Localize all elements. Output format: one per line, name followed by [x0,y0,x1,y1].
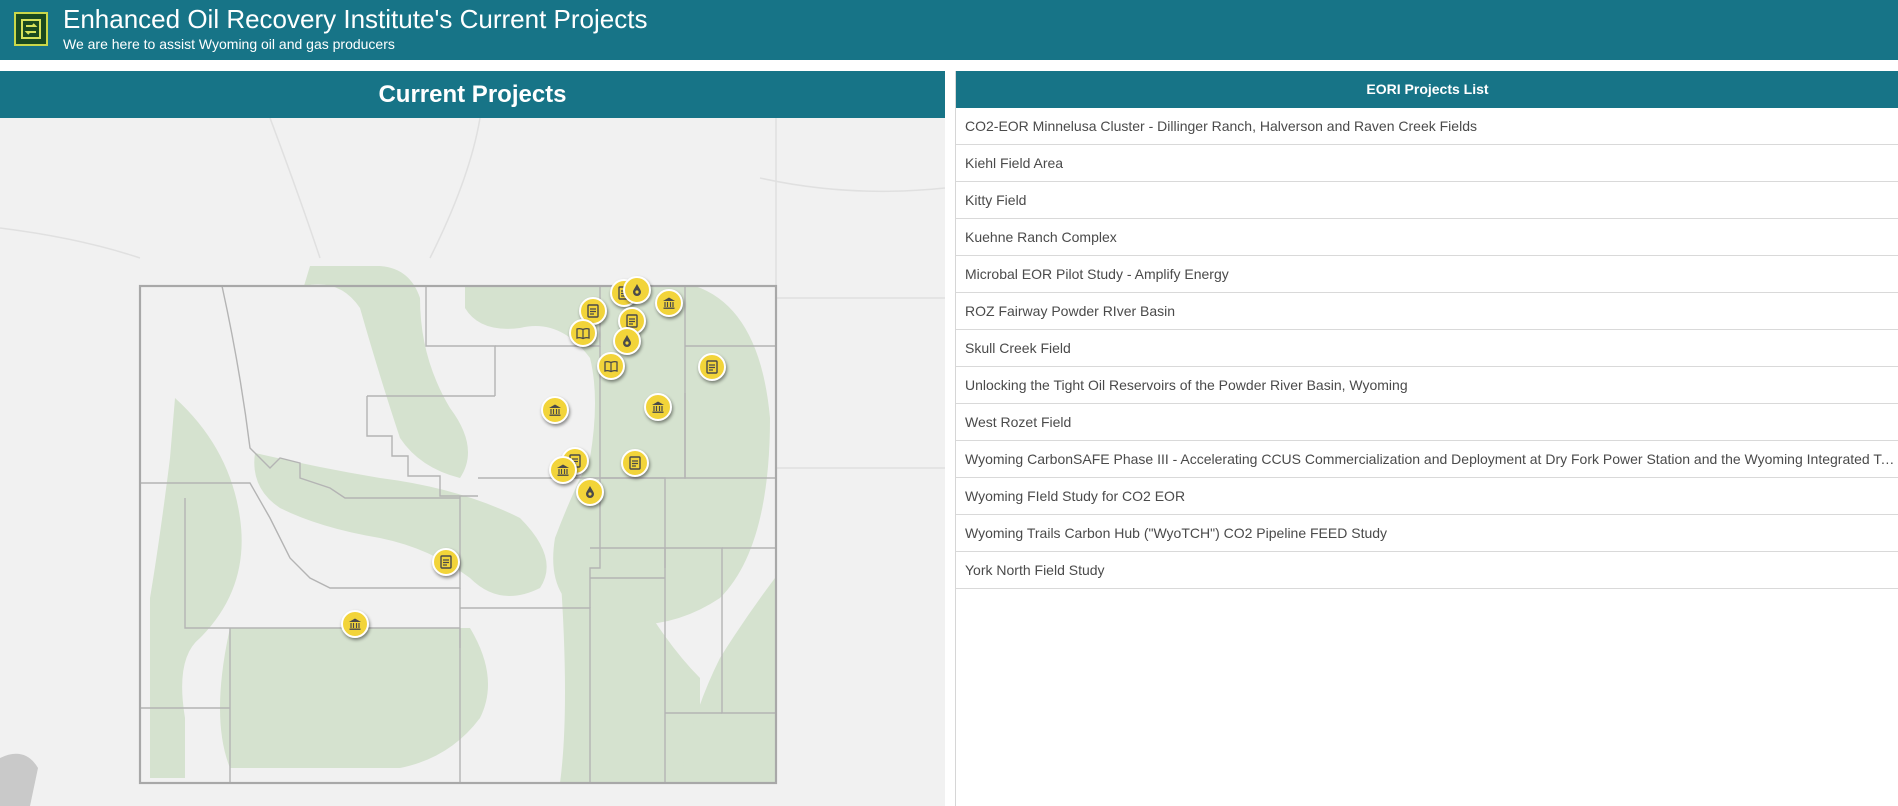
project-marker[interactable] [643,392,672,421]
project-list-item[interactable]: CO2-EOR Minnelusa Cluster - Dillinger Ra… [956,108,1898,145]
project-list-item[interactable]: Wyoming Trails Carbon Hub ("WyoTCH") CO2… [956,515,1898,552]
project-list-item[interactable]: York North Field Study [956,552,1898,589]
app-subtitle: We are here to assist Wyoming oil and ga… [63,36,395,52]
project-list-item[interactable]: ROZ Fairway Powder RIver Basin [956,293,1898,330]
project-marker[interactable] [541,396,570,425]
project-marker[interactable] [548,456,577,485]
project-list-item[interactable]: Wyoming CarbonSAFE Phase III - Accelerat… [956,441,1898,478]
refresh-arrows-icon[interactable] [14,12,48,46]
project-list-item[interactable]: Skull Creek Field [956,330,1898,367]
project-list-item[interactable]: Kuehne Ranch Complex [956,219,1898,256]
map-basemap [0,118,945,806]
project-list-item[interactable]: Kiehl Field Area [956,145,1898,182]
project-marker[interactable] [612,326,641,355]
project-list-item[interactable]: West Rozet Field [956,404,1898,441]
project-list-item[interactable]: Kitty Field [956,182,1898,219]
project-marker[interactable] [596,351,625,380]
project-marker[interactable] [620,449,649,478]
project-marker[interactable] [431,548,460,577]
project-list-item[interactable]: Unlocking the Tight Oil Reservoirs of th… [956,367,1898,404]
projects-list-panel: EORI Projects List CO2-EOR Minnelusa Clu… [955,71,1898,806]
projects-list-heading: EORI Projects List [956,71,1898,108]
app-title: Enhanced Oil Recovery Institute's Curren… [63,4,648,34]
project-marker[interactable] [698,353,727,382]
app-header: Enhanced Oil Recovery Institute's Curren… [0,0,1898,60]
project-marker[interactable] [569,318,598,347]
project-list-item[interactable]: Wyoming FIeld Study for CO2 EOR [956,478,1898,515]
project-list-item[interactable]: Microbal EOR Pilot Study - Amplify Energ… [956,256,1898,293]
project-marker[interactable] [654,289,683,318]
project-marker[interactable] [340,609,369,638]
project-marker[interactable] [622,275,651,304]
projects-map[interactable] [0,118,945,806]
projects-list: CO2-EOR Minnelusa Cluster - Dillinger Ra… [956,108,1898,589]
map-panel: Current Projects [0,71,945,806]
map-panel-heading: Current Projects [0,71,945,118]
project-marker[interactable] [575,478,604,507]
